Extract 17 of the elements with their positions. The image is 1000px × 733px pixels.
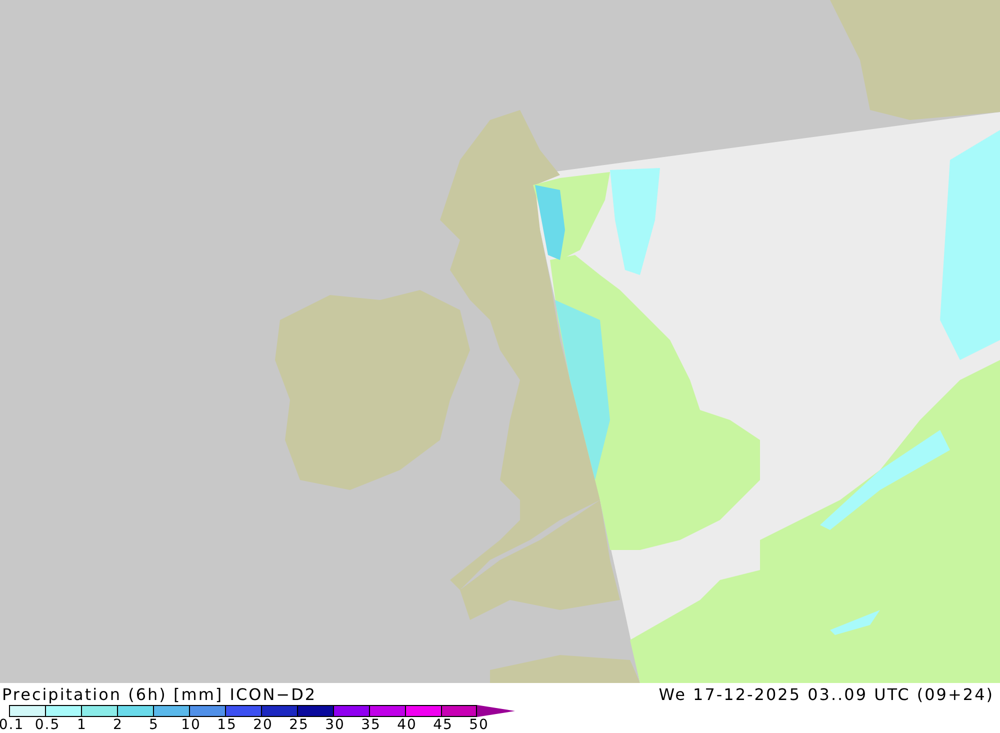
legend-label: 0.1 xyxy=(0,717,24,733)
legend-label: 50 xyxy=(469,717,489,733)
legend-label: 0.5 xyxy=(34,717,60,733)
legend-label: 35 xyxy=(361,717,381,733)
legend-label: 15 xyxy=(217,717,237,733)
legend-label: 45 xyxy=(433,717,453,733)
valid-time: We 17-12-2025 03..09 UTC (09+24) xyxy=(658,685,994,705)
legend-label: 2 xyxy=(113,717,123,733)
map-title: Precipitation (6h) [mm] ICON−D2 xyxy=(2,685,317,705)
legend-label: 20 xyxy=(253,717,273,733)
legend-label: 40 xyxy=(397,717,417,733)
legend-label: 10 xyxy=(181,717,201,733)
legend-arrow-icon xyxy=(477,705,515,717)
legend-label: 25 xyxy=(289,717,309,733)
legend-label: 1 xyxy=(77,717,87,733)
legend-label: 30 xyxy=(325,717,345,733)
legend-label: 5 xyxy=(149,717,159,733)
